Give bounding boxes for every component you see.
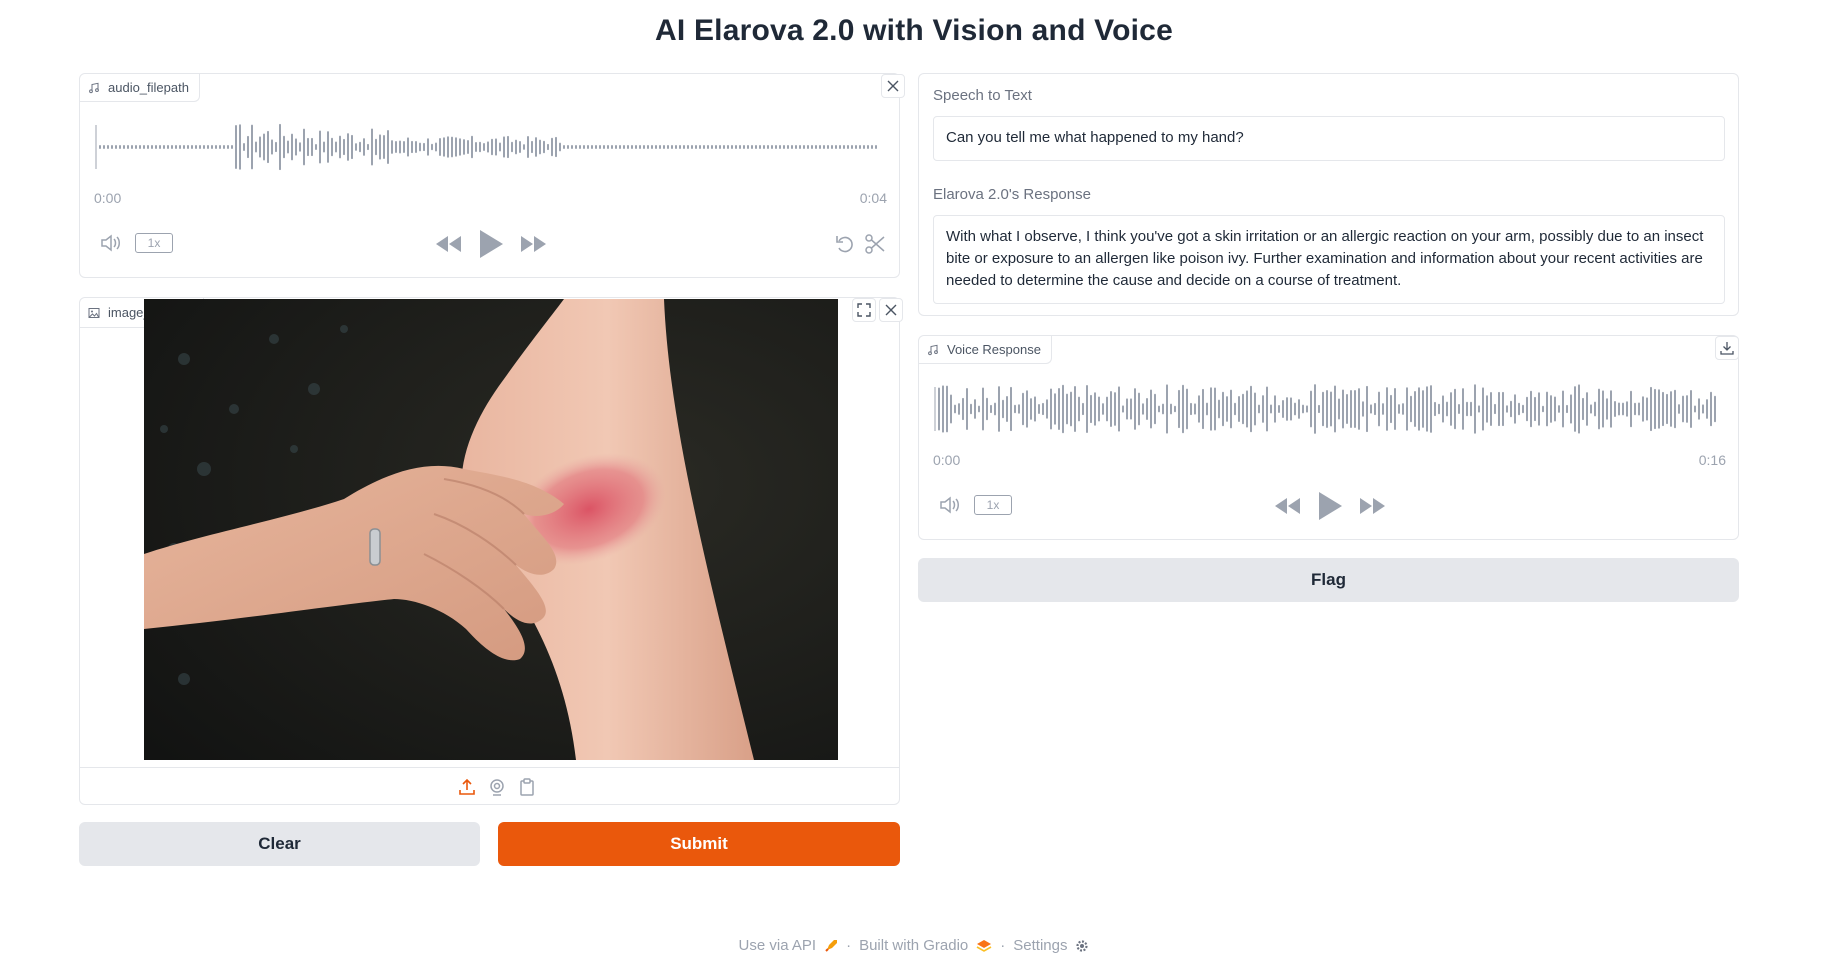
trim-button[interactable] — [862, 231, 888, 257]
play-button[interactable] — [476, 226, 506, 262]
speech-to-text-field[interactable]: Can you tell me what happened to my hand… — [933, 116, 1725, 161]
clear-audio-button[interactable] — [881, 74, 905, 98]
voice-response-time-end: 0:16 — [1698, 452, 1726, 468]
audio-input-label: audio_filepath — [108, 80, 189, 95]
rocket-icon — [825, 939, 838, 952]
voice-response-panel: Voice Response 0:00 0:16 1x — [918, 335, 1739, 540]
forward-button[interactable] — [1358, 494, 1388, 518]
submit-button[interactable]: Submit — [498, 822, 900, 866]
rewind-button[interactable] — [433, 232, 463, 256]
undo-icon — [836, 236, 853, 253]
volume-icon — [940, 496, 959, 514]
playback-rate-button[interactable]: 1x — [974, 495, 1012, 515]
rewind-button[interactable] — [1272, 494, 1302, 518]
download-icon — [1720, 342, 1734, 355]
audio-input-time-start: 0:00 — [94, 190, 122, 206]
play-button[interactable] — [1315, 488, 1345, 524]
image-icon — [88, 307, 100, 318]
clipboard-icon — [520, 778, 534, 796]
audio-input-waveform[interactable] — [94, 112, 884, 182]
settings-link[interactable]: Settings — [1013, 937, 1067, 954]
audio-input-time-end: 0:04 — [859, 190, 887, 206]
image-input-panel: image_filepath — [79, 297, 903, 806]
volume-icon — [101, 234, 120, 252]
built-with-gradio-link[interactable]: Built with Gradio — [859, 937, 968, 954]
music-note-icon — [928, 344, 938, 355]
audio-input-label-tag: audio_filepath — [80, 74, 200, 102]
uploaded-photo — [144, 299, 838, 760]
music-note-icon — [89, 82, 99, 93]
forward-button[interactable] — [519, 232, 549, 256]
voice-response-label-tag: Voice Response — [919, 336, 1052, 364]
scissors-icon — [865, 234, 885, 254]
volume-button[interactable] — [937, 492, 963, 518]
rewind-icon — [1275, 498, 1300, 514]
upload-icon — [459, 778, 475, 795]
clear-button[interactable]: Clear — [79, 822, 480, 866]
speech-to-text-label: Speech to Text — [933, 87, 1032, 104]
webcam-icon — [490, 779, 504, 796]
response-label: Elarova 2.0's Response — [933, 186, 1091, 203]
fullscreen-button[interactable] — [852, 298, 876, 322]
page-title: AI Elarova 2.0 with Vision and Voice — [655, 14, 1173, 47]
rewind-icon — [436, 236, 461, 252]
fast-forward-icon — [521, 236, 546, 252]
clear-image-button[interactable] — [879, 298, 903, 322]
webcam-button[interactable] — [486, 776, 508, 798]
upload-button[interactable] — [456, 776, 478, 798]
voice-response-label: Voice Response — [947, 342, 1041, 357]
gear-icon — [1076, 939, 1089, 952]
close-icon — [887, 80, 899, 92]
response-field[interactable]: With what I observe, I think you've got … — [933, 215, 1725, 304]
audio-input-panel: audio_filepath 0:00 0:04 1x — [79, 73, 905, 278]
clipboard-button[interactable] — [516, 776, 538, 798]
image-source-toolbar — [80, 767, 899, 806]
footer-separator: · — [846, 937, 852, 954]
fullscreen-icon — [857, 303, 871, 317]
text-output-panel: Speech to Text Can you tell me what happ… — [918, 73, 1739, 316]
footer-separator: · — [1000, 937, 1006, 954]
reset-button[interactable] — [832, 231, 858, 257]
download-button[interactable] — [1715, 336, 1739, 360]
flag-button[interactable]: Flag — [918, 558, 1739, 602]
play-icon — [1319, 492, 1342, 520]
voice-response-waveform[interactable] — [933, 374, 1723, 444]
volume-button[interactable] — [98, 230, 124, 256]
voice-response-time-start: 0:00 — [933, 452, 961, 468]
use-via-api-link[interactable]: Use via API — [739, 937, 817, 954]
close-icon — [885, 304, 897, 316]
footer: Use via API · Built with Gradio · Settin… — [0, 937, 1828, 954]
playback-rate-button[interactable]: 1x — [135, 233, 173, 253]
play-icon — [480, 230, 503, 258]
gradio-logo-icon — [976, 939, 992, 952]
fast-forward-icon — [1360, 498, 1385, 514]
